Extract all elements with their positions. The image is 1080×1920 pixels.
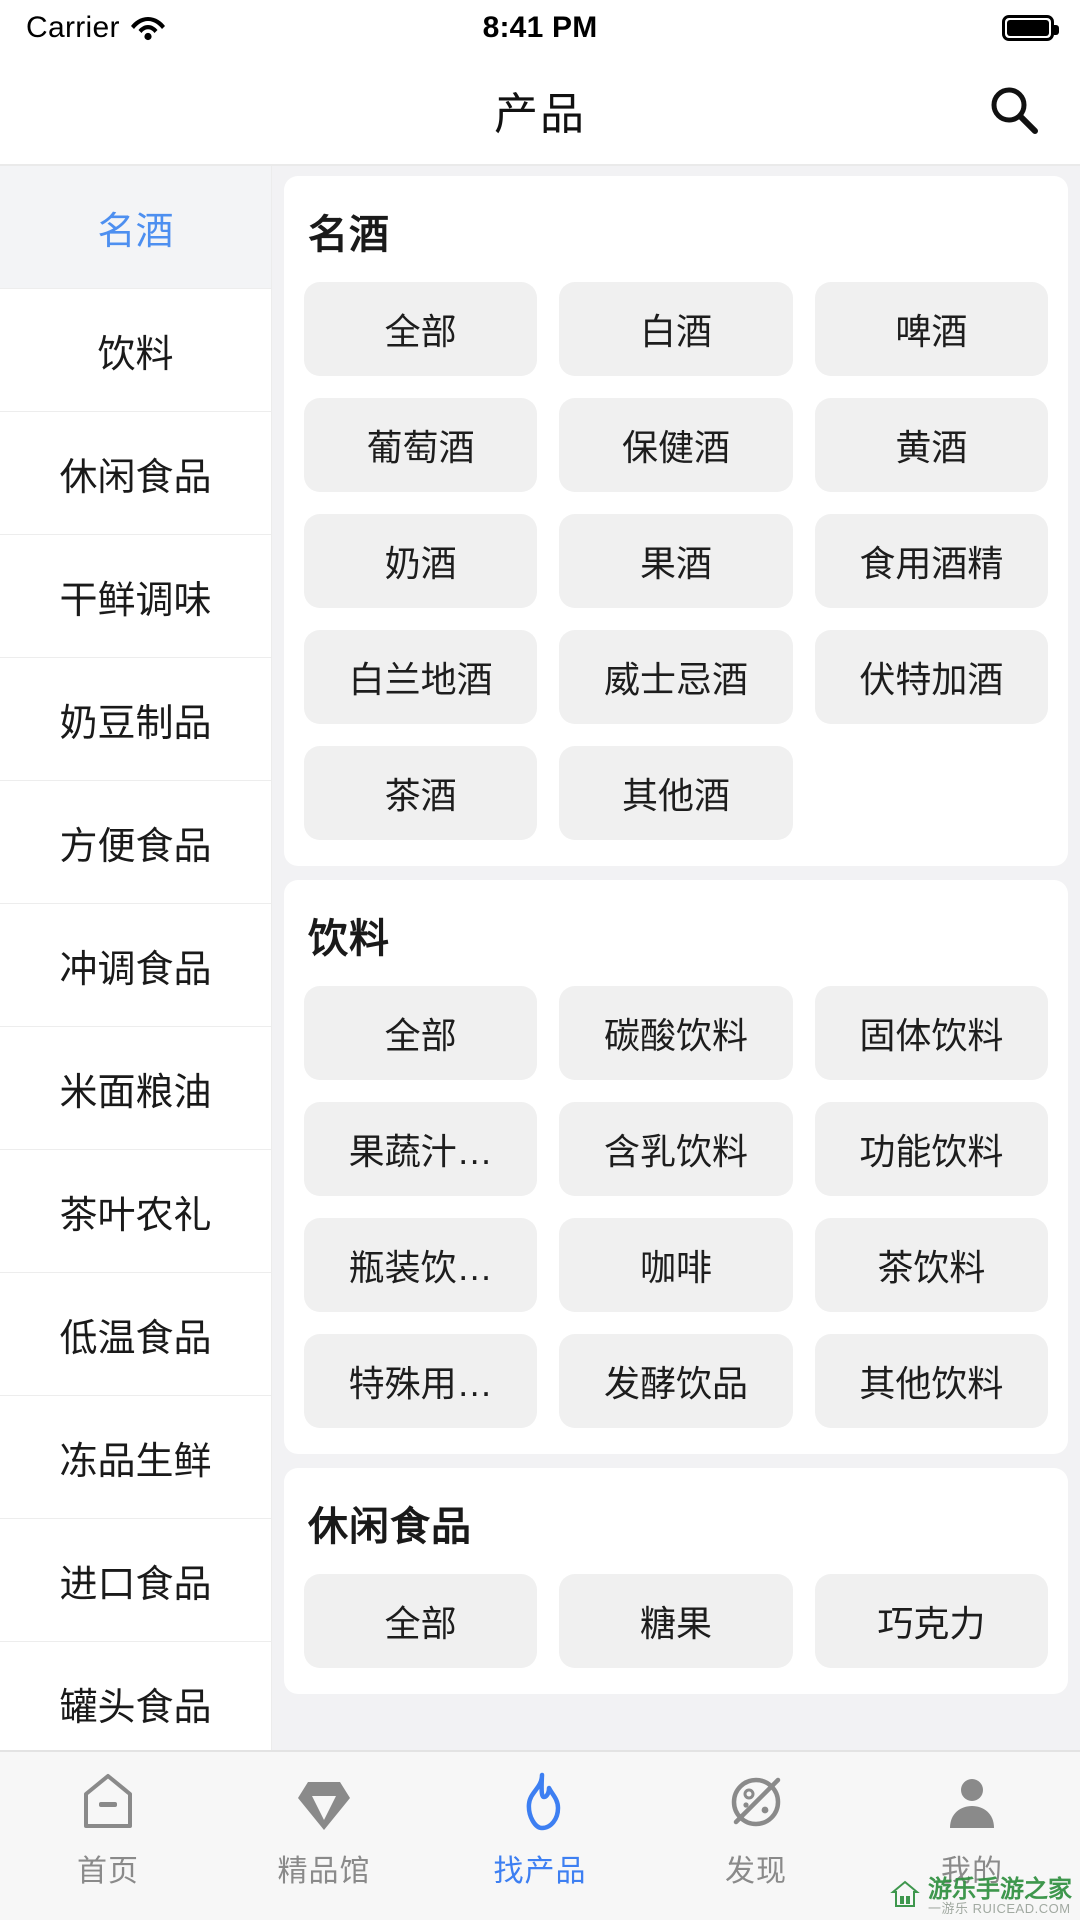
category-card-title: 饮料 xyxy=(308,917,390,961)
sidebar-item[interactable]: 低温食品 xyxy=(0,1273,271,1396)
subcategory-tag[interactable]: 白酒 xyxy=(559,282,793,376)
subcategory-tag[interactable]: 糖果 xyxy=(559,1574,793,1668)
sidebar-item-label: 低温食品 xyxy=(59,1317,212,1360)
subcategory-tag[interactable]: 葡萄酒 xyxy=(304,398,538,492)
category-card: 名酒全部 白酒 啤酒葡萄酒 保健酒 黄酒奶酒 果酒 食用酒精白兰地酒 威士忌酒 伏特加酒茶酒 其他… xyxy=(284,176,1068,866)
sidebar-item-label: 饮料 xyxy=(97,333,174,376)
subcategory-tag[interactable]: 啤酒 xyxy=(814,282,1048,376)
tab-item-label: 精品馆 xyxy=(277,1855,371,1888)
subcategory-tag[interactable]: 全部 xyxy=(304,1574,538,1668)
battery-icon xyxy=(1002,15,1059,41)
tab-item[interactable]: 首页 xyxy=(0,1770,216,1890)
subcategory-tag[interactable]: 特殊用… xyxy=(304,1334,538,1428)
sidebar-item[interactable]: 茶叶农礼 xyxy=(0,1150,271,1273)
subcategory-tag[interactable]: 咖啡 xyxy=(559,1218,793,1312)
sidebar-item[interactable]: 名酒 xyxy=(0,166,271,289)
tab-item[interactable]: 精品馆 xyxy=(216,1770,432,1890)
watermark-title: 游乐手游之家 xyxy=(928,1876,1072,1904)
sidebar-item[interactable]: 米面粮油 xyxy=(0,1027,271,1150)
status-bar: Carrier 8:41 PM xyxy=(0,0,1080,56)
category-sidebar[interactable]: 名酒饮料休闲食品干鲜调味奶豆制品方便食品冲调食品米面粮油茶叶农礼低温食品冻品生鲜… xyxy=(0,166,272,1750)
sidebar-item-label: 冲调食品 xyxy=(59,948,212,991)
sidebar-item[interactable]: 罐头食品 xyxy=(0,1642,271,1750)
tab-item[interactable]: 我的 xyxy=(864,1770,1080,1890)
subcategory-tag[interactable]: 其他酒 xyxy=(559,746,793,840)
watermark: 游乐手游之家 一游乐 RUICEAD.COM xyxy=(890,1877,1072,1916)
sidebar-item[interactable]: 冻品生鲜 xyxy=(0,1396,271,1519)
subcategory-tag[interactable]: 威士忌酒 xyxy=(559,630,793,724)
search-icon[interactable] xyxy=(986,82,1042,138)
tab-item[interactable]: 找产品 xyxy=(432,1770,648,1890)
subcategory-tag[interactable]: 瓶装饮… xyxy=(304,1218,538,1312)
tab-item[interactable]: 发现 xyxy=(648,1770,864,1890)
sidebar-item-label: 休闲食品 xyxy=(59,456,212,499)
home-icon xyxy=(76,1770,140,1834)
person-icon xyxy=(940,1770,1004,1834)
subcategory-tag[interactable]: 白兰地酒 xyxy=(304,630,538,724)
subcategory-tag[interactable]: 功能饮料 xyxy=(814,1102,1048,1196)
tab-item-label: 首页 xyxy=(77,1855,139,1888)
subcategory-tag[interactable]: 含乳饮料 xyxy=(559,1102,793,1196)
sidebar-item[interactable]: 休闲食品 xyxy=(0,412,271,535)
subcategory-tag[interactable]: 全部 xyxy=(304,986,538,1080)
subcategory-tag[interactable]: 果蔬汁… xyxy=(304,1102,538,1196)
sidebar-item-label: 茶叶农礼 xyxy=(59,1194,212,1237)
sidebar-item-label: 冻品生鲜 xyxy=(59,1440,212,1483)
nav-bar: 产品 xyxy=(0,56,1080,166)
diamond-icon xyxy=(292,1770,356,1834)
tab-item-label: 发现 xyxy=(725,1855,787,1888)
subcategory-tag[interactable]: 茶酒 xyxy=(304,746,538,840)
subcategory-tag[interactable]: 其他饮料 xyxy=(814,1334,1048,1428)
sidebar-item[interactable]: 奶豆制品 xyxy=(0,658,271,781)
sidebar-item[interactable]: 冲调食品 xyxy=(0,904,271,1027)
sidebar-item-label: 名酒 xyxy=(97,210,174,253)
category-detail-list[interactable]: 名酒 全部 白酒 啤酒 葡萄酒 保健酒 黄酒 奶酒 果酒 食用酒精 白兰地酒 威士忌酒 伏特加酒 茶酒 其他… xyxy=(272,166,1080,1750)
category-card-title: 名酒 xyxy=(308,213,390,257)
subcategory-tag[interactable]: 黄酒 xyxy=(814,398,1048,492)
planet-icon xyxy=(724,1770,788,1834)
watermark-subtitle: 一游乐 RUICEAD.COM xyxy=(928,1901,1071,1917)
sidebar-item[interactable]: 进口食品 xyxy=(0,1519,271,1642)
sidebar-item-label: 罐头食品 xyxy=(59,1686,212,1729)
subcategory-tag[interactable]: 果酒 xyxy=(559,514,793,608)
subcategory-tag[interactable]: 食用酒精 xyxy=(814,514,1048,608)
category-card: 饮料全部 碳酸饮料 固体饮料果蔬汁… 含乳饮料 功能饮料瓶装饮… 咖啡 茶饮料特殊用… 发酵饮… xyxy=(284,880,1068,1454)
subcategory-grid: 全部 糖果 巧克力 xyxy=(304,1574,1048,1668)
page-title: 产品 xyxy=(494,90,586,139)
subcategory-tag[interactable]: 碳酸饮料 xyxy=(559,986,793,1080)
sidebar-item[interactable]: 干鲜调味 xyxy=(0,535,271,658)
sidebar-item-label: 米面粮油 xyxy=(59,1071,212,1114)
subcategory-tag[interactable]: 全部 xyxy=(304,282,538,376)
bottom-tab-bar[interactable]: 首页 精品馆 找产品 发现 我的 游乐手游之家 一游乐 RUICEAD.COM xyxy=(0,1750,1080,1920)
category-card: 休闲食品全部 糖果 巧克力 xyxy=(284,1468,1068,1694)
house-logo-icon xyxy=(890,1879,920,1914)
sidebar-item-label: 进口食品 xyxy=(59,1563,212,1606)
sidebar-item-label: 奶豆制品 xyxy=(59,702,212,745)
status-bar-right xyxy=(1002,15,1059,41)
subcategory-tag[interactable]: 奶酒 xyxy=(304,514,538,608)
sidebar-item[interactable]: 方便食品 xyxy=(0,781,271,904)
sidebar-item-label: 方便食品 xyxy=(59,825,212,868)
subcategory-tag[interactable]: 茶饮料 xyxy=(814,1218,1048,1312)
subcategory-tag[interactable]: 巧克力 xyxy=(814,1574,1048,1668)
subcategory-grid: 全部 白酒 啤酒葡萄酒 保健酒 黄酒奶酒 果酒 食用酒精白兰地酒 威士忌酒 伏特加酒茶酒 其他酒 xyxy=(304,282,1048,840)
subcategory-grid: 全部 碳酸饮料 固体饮料果蔬汁… 含乳饮料 功能饮料瓶装饮… 咖啡 茶饮料特殊用… 发酵饮品其… xyxy=(304,986,1048,1428)
subcategory-tag[interactable]: 固体饮料 xyxy=(814,986,1048,1080)
sidebar-item[interactable]: 饮料 xyxy=(0,289,271,412)
status-time: 8:41 PM xyxy=(482,11,598,44)
content-area: 名酒 饮料 休闲食品 干鲜调味 奶豆制品 方便食品 冲调食品 米面粮油 茶叶农礼 低温食品 冻品生鲜… xyxy=(0,166,1080,1750)
subcategory-tag[interactable]: 保健酒 xyxy=(559,398,793,492)
app-screen: Carrier 8:41 PM 产品 名酒 饮料 休闲食品 干鲜调味 奶豆制品 方便食 xyxy=(0,0,1080,1920)
subcategory-tag[interactable]: 发酵饮品 xyxy=(559,1334,793,1428)
tab-item-label: 找产品 xyxy=(493,1855,587,1888)
category-card-title: 休闲食品 xyxy=(308,1505,472,1549)
subcategory-tag[interactable]: 伏特加酒 xyxy=(814,630,1048,724)
sidebar-item-label: 干鲜调味 xyxy=(59,579,212,622)
flame-icon xyxy=(508,1770,572,1834)
